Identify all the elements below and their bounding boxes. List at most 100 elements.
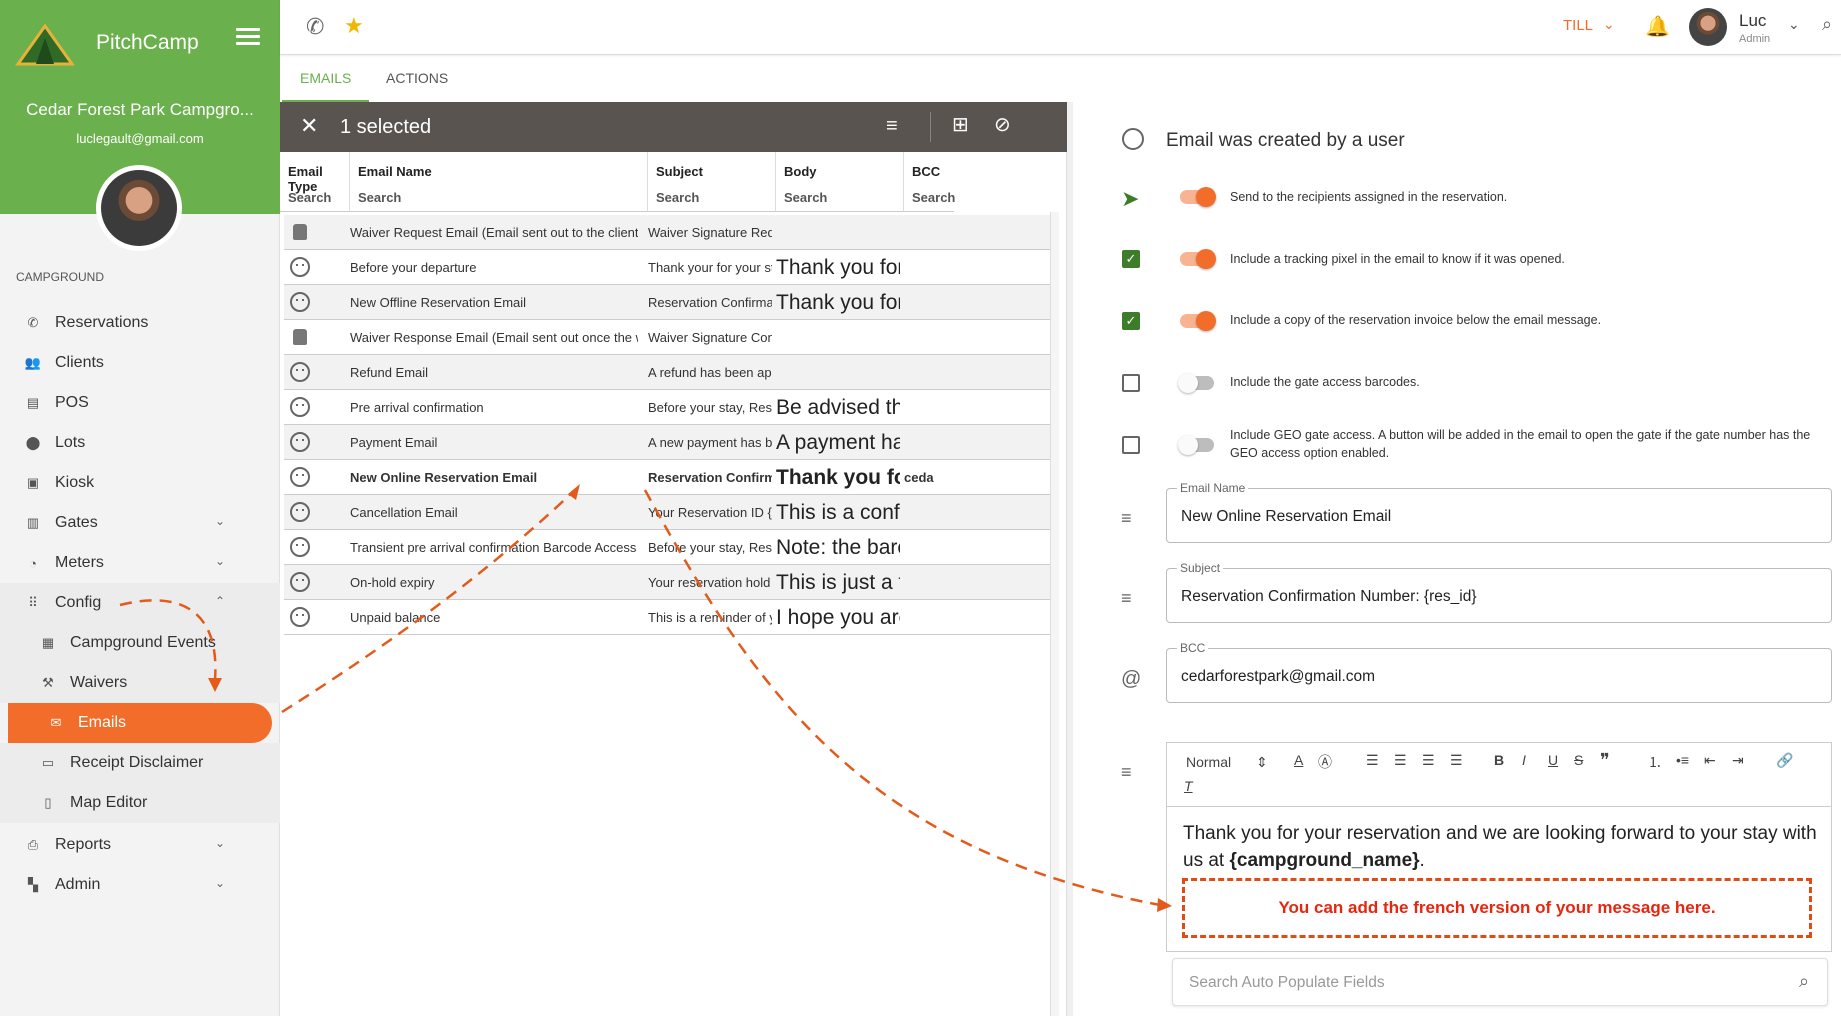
table-row[interactable]: Waiver Request Email (Email sent out to …	[284, 215, 1050, 250]
avatar[interactable]	[1689, 8, 1727, 46]
scrollbar[interactable]	[1050, 212, 1059, 1016]
selection-bar: ✕ 1 selected ≡ ⊞ ⊘	[280, 102, 1067, 152]
table-row[interactable]: On-hold expiry Your reservation hold is Th…	[284, 565, 1050, 600]
auto-populate-search-input[interactable]: Search Auto Populate Fields ⌕	[1172, 958, 1828, 1006]
checkbox-tracking[interactable]: ✓	[1122, 250, 1140, 268]
subject-field[interactable]: Subject Reservation Confirmation Number: …	[1166, 561, 1832, 623]
underline-icon[interactable]: U	[1548, 752, 1558, 768]
column-header-subject[interactable]: Subject Search	[648, 152, 776, 212]
sidebar-item-waivers[interactable]: ⚒ Waivers	[0, 663, 280, 703]
sidebar-item-lots[interactable]: ⬤ Lots	[0, 423, 280, 463]
email-name-cell: New Offline Reservation Email	[350, 295, 527, 310]
toggle-send-recipients[interactable]	[1180, 187, 1216, 207]
email-table: Email Type Search Email Name Search Subjec…	[280, 152, 1067, 1016]
search-filter[interactable]: Search	[912, 190, 955, 205]
sidebar-item-config[interactable]: ⠿ Config ⌃	[0, 583, 280, 623]
user-name[interactable]: Luc	[1739, 11, 1766, 31]
bullet-list-icon[interactable]: •≡	[1676, 752, 1689, 768]
sidebar-item-meters[interactable]: ◔ Meters ⌄	[0, 543, 280, 583]
column-header-email-type[interactable]: Email Type Search	[280, 152, 350, 212]
avatar[interactable]	[96, 165, 182, 251]
sidebar-item-reservations[interactable]: ✆ Reservations	[0, 303, 280, 343]
table-row[interactable]: Refund Email A refund has been appl	[284, 355, 1050, 390]
menu-icon[interactable]	[236, 28, 260, 48]
table-row[interactable]: Cancellation Email Your Reservation ID {r…	[284, 495, 1050, 530]
align-left-icon[interactable]: ☰	[1366, 752, 1379, 769]
bold-icon[interactable]: B	[1494, 752, 1504, 768]
blockquote-icon[interactable]: ❞	[1600, 750, 1610, 771]
campground-name[interactable]: Cedar Forest Park Campgro...	[0, 100, 280, 120]
search-filter[interactable]: Search	[784, 190, 827, 205]
sidebar-item-map-editor[interactable]: ▯ Map Editor	[0, 783, 280, 823]
sidebar-item-pos[interactable]: ▤ POS	[0, 383, 280, 423]
checkbox-barcodes[interactable]	[1122, 374, 1140, 392]
link-icon[interactable]: 🔗	[1776, 752, 1793, 769]
italic-icon[interactable]: I	[1522, 752, 1526, 768]
robot-icon	[293, 329, 307, 345]
checkbox-geo[interactable]	[1122, 436, 1140, 454]
till-selector[interactable]: TILL	[1563, 17, 1593, 34]
checkbox-invoice[interactable]: ✓	[1122, 312, 1140, 330]
column-header-bcc[interactable]: BCC Search	[904, 152, 955, 212]
subject-cell: This is a reminder of yo	[648, 610, 772, 625]
email-body-text[interactable]: Thank you for your reservation and we ar…	[1183, 820, 1823, 874]
background-color-icon[interactable]: Ⓐ	[1318, 752, 1332, 772]
align-justify-icon[interactable]: ☰	[1450, 752, 1463, 769]
table-row[interactable]: Payment Email A new payment has bee A paym…	[284, 425, 1050, 460]
toggle-invoice-copy[interactable]	[1180, 311, 1216, 331]
column-header-email-name[interactable]: Email Name Search	[350, 152, 648, 212]
email-name-cell: New Online Reservation Email	[350, 470, 538, 485]
strike-icon[interactable]: S	[1574, 752, 1583, 768]
table-row[interactable]: Unpaid balance This is a reminder of yo I …	[284, 600, 1050, 635]
clear-selection-icon[interactable]: ⊘	[994, 112, 1011, 137]
star-icon[interactable]: ★	[344, 13, 364, 39]
sidebar-item-kiosk[interactable]: ▣ Kiosk	[0, 463, 280, 503]
format-select[interactable]: Normal	[1186, 754, 1231, 770]
phone-icon[interactable]: ✆	[306, 14, 324, 40]
search-icon[interactable]: ⌕	[1799, 971, 1809, 992]
option-label: Send to the recipients assigned in the r…	[1230, 190, 1508, 204]
chevron-down-icon[interactable]: ⌄	[1603, 16, 1615, 33]
table-row[interactable]: New Offline Reservation Email Reservation…	[284, 285, 1050, 320]
tab-actions[interactable]: ACTIONS	[368, 55, 466, 102]
text-color-icon[interactable]: A	[1294, 752, 1303, 768]
user-face-icon	[290, 292, 310, 312]
table-row[interactable]: New Online Reservation Email Reservation …	[284, 460, 1050, 495]
column-header-body[interactable]: Body Search	[776, 152, 904, 212]
search-filter[interactable]: Search	[358, 190, 401, 205]
ordered-list-icon[interactable]: ⒈	[1648, 752, 1662, 772]
chevron-updown-icon[interactable]: ⇕	[1256, 754, 1268, 771]
sidebar-item-emails[interactable]: ✉ Emails	[8, 703, 272, 743]
search-filter[interactable]: Search	[288, 190, 331, 205]
clear-format-icon[interactable]: T	[1184, 778, 1193, 794]
filter-icon[interactable]: ≡	[886, 115, 898, 138]
toggle-gate-barcodes[interactable]	[1178, 373, 1214, 393]
table-row[interactable]: Pre arrival confirmation Before your stay…	[284, 390, 1050, 425]
tab-emails[interactable]: EMAILS	[282, 55, 370, 102]
sidebar-item-clients[interactable]: 👥 Clients	[0, 343, 280, 383]
toggle-tracking-pixel[interactable]	[1180, 249, 1216, 269]
indent-icon[interactable]: ⇥	[1732, 752, 1744, 769]
body-cell: Thank you for c	[776, 256, 900, 279]
add-box-icon[interactable]: ⊞	[952, 112, 969, 137]
toggle-geo-gate[interactable]	[1178, 435, 1214, 455]
user-email: luclegault@gmail.com	[76, 131, 204, 146]
email-name-field[interactable]: Email Name New Online Reservation Email	[1166, 481, 1832, 543]
sidebar-item-receipt-disclaimer[interactable]: ▭ Receipt Disclaimer	[0, 743, 280, 783]
search-icon[interactable]: ⌕	[1822, 14, 1832, 35]
outdent-icon[interactable]: ⇤	[1704, 752, 1716, 769]
search-filter[interactable]: Search	[656, 190, 699, 205]
sidebar-item-reports[interactable]: ⎙ Reports ⌄	[0, 825, 280, 865]
sidebar-item-admin[interactable]: ▚ Admin ⌄	[0, 865, 280, 905]
bcc-field[interactable]: BCC cedarforestpark@gmail.com	[1166, 641, 1832, 703]
chevron-down-icon[interactable]: ⌄	[1788, 16, 1800, 33]
table-row[interactable]: Transient pre arrival confirmation Barco…	[284, 530, 1050, 565]
table-row[interactable]: Before your departure Thank your for your…	[284, 250, 1050, 285]
table-row[interactable]: Waiver Response Email (Email sent out on…	[284, 320, 1050, 355]
sidebar-item-gates[interactable]: ▥ Gates ⌄	[0, 503, 280, 543]
align-right-icon[interactable]: ☰	[1422, 752, 1435, 769]
sidebar-item-campground-events[interactable]: ▦ Campground Events	[0, 623, 280, 663]
align-center-icon[interactable]: ☰	[1394, 752, 1407, 769]
bell-icon[interactable]: 🔔	[1645, 14, 1670, 39]
close-icon[interactable]: ✕	[300, 113, 318, 139]
